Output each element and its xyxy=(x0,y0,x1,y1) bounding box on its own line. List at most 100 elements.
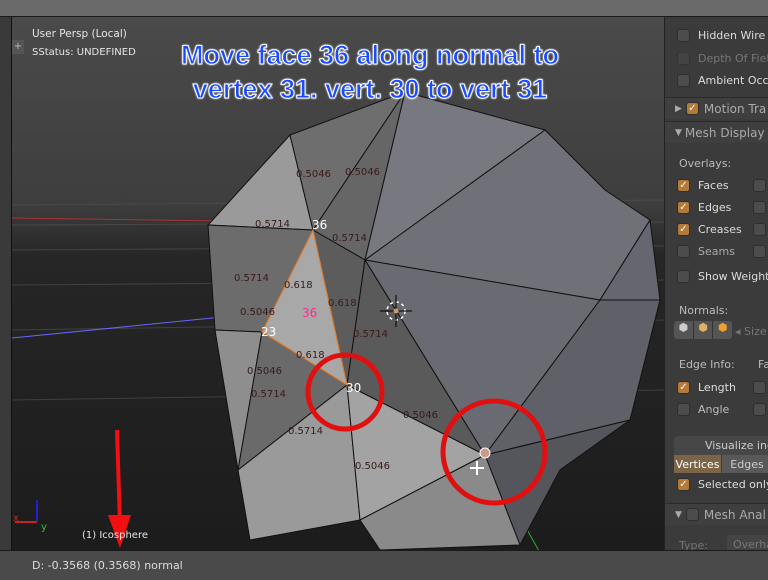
checkbox-creases[interactable]: ✓ Creases xyxy=(677,220,742,238)
edge-length: 0.5046 xyxy=(240,307,275,318)
toolshelf-strip[interactable] xyxy=(0,17,12,550)
annotation-line-2: vertex 31. vert. 30 to vert 31 xyxy=(192,74,548,105)
object-label: (1) Icosphere xyxy=(82,530,149,541)
checkbox[interactable] xyxy=(753,245,766,258)
tab-edges[interactable]: Edges xyxy=(722,455,768,473)
vertex-label-36: 36 xyxy=(312,218,327,232)
edge-length: 0.5714 xyxy=(288,426,323,437)
checkbox-depth-of-field: Depth Of Field xyxy=(677,49,768,67)
panel-header-label: Mesh Display xyxy=(684,125,765,140)
edge-info-label: Edge Info: xyxy=(679,358,735,371)
annotation-line-1: Move face 36 along normal to xyxy=(180,40,560,71)
checkbox[interactable]: ✓ xyxy=(677,477,690,491)
checkbox-ambient-occlusion[interactable]: Ambient Occlu xyxy=(677,71,768,89)
edge-length: 0.5714 xyxy=(332,233,367,244)
checkbox-label: Hidden Wire xyxy=(698,28,766,42)
checkbox-label: Show Weights xyxy=(698,269,768,283)
icosphere-mesh xyxy=(206,90,661,550)
motion-tracking-header[interactable]: ▶ ✓ Motion Tra xyxy=(665,97,768,119)
mesh-analysis-header[interactable]: ▼ Mesh Anal xyxy=(665,503,768,525)
top-header xyxy=(0,0,768,17)
checkbox-edges[interactable]: ✓ Edges xyxy=(677,198,731,216)
checkbox[interactable] xyxy=(753,223,766,236)
vertex-label-30: 30 xyxy=(346,381,361,395)
expand-toolshelf-button[interactable]: + xyxy=(12,40,24,54)
decrement-arrow-icon[interactable]: ◂ xyxy=(735,325,744,338)
checkbox[interactable] xyxy=(753,179,766,192)
checkbox[interactable] xyxy=(677,269,690,283)
normals-buttons: ⬢ ⬢ ⬢ xyxy=(674,321,732,339)
annotation-text: Move face 36 along normal to vertex 31. … xyxy=(120,38,620,106)
visualize-indices-label: Visualize indi xyxy=(674,436,768,455)
edge-length: 0.5714 xyxy=(255,219,290,230)
checkbox[interactable] xyxy=(677,73,690,87)
type-label: Type: xyxy=(679,539,708,550)
checkbox-label: Length xyxy=(698,380,736,394)
vertex-normals-icon[interactable]: ⬢ xyxy=(674,321,694,339)
checkbox[interactable]: ✓ xyxy=(677,200,690,214)
edge-length: 0.618 xyxy=(284,280,313,291)
checkbox[interactable]: ✓ xyxy=(685,102,699,115)
checkbox-label: Depth Of Field xyxy=(698,51,768,65)
properties-panel: Hidden Wire Depth Of Field Ambient Occlu… xyxy=(664,17,768,550)
checkbox[interactable] xyxy=(685,508,699,521)
edge-length: 0.5714 xyxy=(251,389,286,400)
checkbox[interactable] xyxy=(677,28,690,42)
face-info-label: Fa xyxy=(758,358,768,371)
checkbox-hidden-wire[interactable]: Hidden Wire xyxy=(677,26,765,44)
checkbox-label: Selected only xyxy=(698,477,768,491)
edge-length: 0.5046 xyxy=(355,461,390,472)
checkbox[interactable]: ✓ xyxy=(677,380,690,394)
checkbox-faces[interactable]: ✓ Faces xyxy=(677,176,729,194)
axis-gizmo-icon: x y xyxy=(13,500,47,533)
checkbox-label: Seams xyxy=(698,244,735,258)
edge-length: 0.5046 xyxy=(247,366,282,377)
expand-arrow-icon: ▶ xyxy=(675,103,682,114)
edge-length: 0.5046 xyxy=(403,410,438,421)
checkbox[interactable]: ✓ xyxy=(677,178,690,192)
checkbox-label: Angle xyxy=(698,402,730,416)
view-name: User Persp (Local) xyxy=(32,28,127,40)
checkbox-label: Creases xyxy=(698,222,742,236)
collapse-arrow-icon: ▼ xyxy=(675,509,682,520)
checkbox[interactable]: ✓ xyxy=(677,222,690,236)
edge-length: 0.5046 xyxy=(345,167,380,178)
checkbox[interactable] xyxy=(753,201,766,214)
panel-header-label: Mesh Anal xyxy=(703,507,766,522)
size-label: Size xyxy=(744,325,767,338)
transform-status-text: D: -0.3568 (0.3568) normal xyxy=(32,559,183,572)
vertex-label-23: 23 xyxy=(261,325,276,339)
edge-length: 0.5046 xyxy=(296,169,331,180)
checkbox-label: Ambient Occlu xyxy=(698,73,768,87)
checkbox-label: Faces xyxy=(698,178,729,192)
collapse-arrow-icon: ▼ xyxy=(675,127,682,138)
tab-vertices[interactable]: Vertices xyxy=(674,455,721,473)
checkbox[interactable] xyxy=(677,244,690,258)
edge-length: 0.618 xyxy=(296,350,325,361)
panel-header-label: Motion Tra xyxy=(703,101,767,116)
edge-length: 0.618 xyxy=(328,298,357,309)
checkbox[interactable] xyxy=(753,403,766,416)
axis-x-label: x xyxy=(13,513,19,524)
axis-y-label: y xyxy=(41,522,47,533)
normal-size-field[interactable]: ◂ Size xyxy=(735,325,767,338)
checkbox-angle[interactable]: Angle xyxy=(677,400,729,418)
face-index-label: 36 xyxy=(302,306,317,320)
selected-vertex xyxy=(479,447,491,459)
mesh-display-header[interactable]: ▼ Mesh Display xyxy=(665,121,768,143)
checkbox-length[interactable]: ✓ Length xyxy=(677,378,736,396)
checkbox[interactable] xyxy=(753,381,766,394)
checkbox-selected-only[interactable]: ✓ Selected only xyxy=(677,475,768,493)
checkbox-seams[interactable]: Seams xyxy=(677,242,735,260)
header-status-bar: D: -0.3568 (0.3568) normal xyxy=(0,550,768,580)
normals-label: Normals: xyxy=(679,304,729,317)
checkbox-show-weights[interactable]: Show Weights xyxy=(677,267,768,285)
overlays-label: Overlays: xyxy=(679,157,732,170)
type-dropdown[interactable]: Overha xyxy=(727,535,768,550)
checkbox[interactable] xyxy=(677,402,690,416)
checkbox xyxy=(677,51,690,65)
edge-length: 0.5714 xyxy=(234,273,269,284)
edge-length: 0.5714 xyxy=(353,329,388,340)
face-normals-icon[interactable]: ⬢ xyxy=(713,321,732,339)
split-normals-icon[interactable]: ⬢ xyxy=(694,321,714,339)
